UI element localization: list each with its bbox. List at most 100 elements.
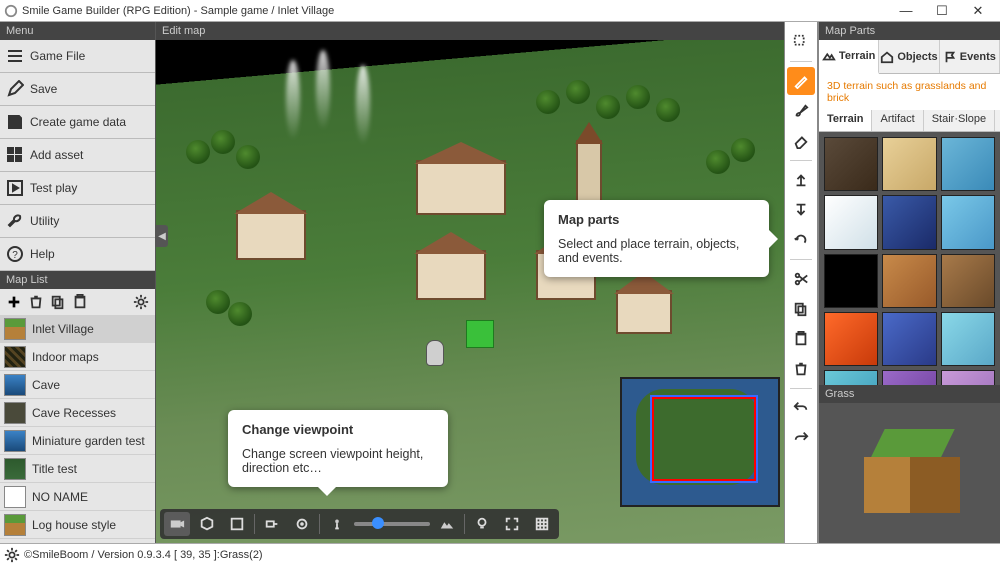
copy-tool[interactable] (787, 295, 815, 323)
perspective-button[interactable] (194, 512, 220, 536)
zoom-slider[interactable] (354, 522, 430, 526)
map-item[interactable]: Cave (0, 371, 155, 399)
minimap[interactable] (620, 377, 780, 507)
map-item[interactable]: Cave Recesses (0, 399, 155, 427)
parts-category-tabs: Terrain Objects Events (819, 40, 1000, 74)
select-tool[interactable] (787, 28, 815, 56)
map-settings-button[interactable] (131, 292, 151, 312)
eraser-tool[interactable] (787, 127, 815, 155)
menu-help[interactable]: ?Help (0, 238, 155, 271)
raise-tool[interactable] (787, 166, 815, 194)
subtab-stair-slope[interactable]: Stair·Slope (924, 110, 995, 131)
terrain-tile[interactable] (941, 254, 995, 308)
terrain-tile[interactable] (824, 137, 878, 191)
zoom-out-button[interactable] (324, 512, 350, 536)
help-icon: ? (6, 245, 24, 263)
undo-button[interactable] (787, 394, 815, 422)
terrain-tile[interactable] (941, 195, 995, 249)
terrain-tile[interactable] (941, 312, 995, 366)
map-thumb-icon (4, 374, 26, 396)
terrain-tile[interactable] (882, 137, 936, 191)
plus-icon (6, 294, 22, 310)
minimize-button[interactable]: — (888, 0, 924, 22)
delete-tool[interactable] (787, 355, 815, 383)
menu-save[interactable]: Save (0, 73, 155, 106)
left-panel: Menu Game File Save Create game data Add… (0, 22, 156, 543)
map-item[interactable]: Log house style (0, 511, 155, 539)
tab-events[interactable]: Events (940, 40, 1000, 73)
subtab-artifact[interactable]: Artifact (872, 110, 923, 131)
terrain-tile[interactable] (882, 195, 936, 249)
record-button[interactable] (164, 512, 190, 536)
lower-icon (793, 202, 809, 218)
svg-text:?: ? (12, 250, 18, 261)
paste-tool[interactable] (787, 325, 815, 353)
flower-small-icon (329, 516, 345, 532)
eraser-icon (793, 133, 809, 149)
terrain-tile[interactable] (941, 137, 995, 191)
tab-terrain[interactable]: Terrain (819, 40, 879, 74)
camera-pan-button[interactable] (259, 512, 285, 536)
trash-icon (793, 361, 809, 377)
cut-tool[interactable] (787, 265, 815, 293)
map-thumb-icon (4, 430, 26, 452)
close-button[interactable]: ✕ (960, 0, 996, 22)
map-thumb-icon (4, 318, 26, 340)
ortho-button[interactable] (224, 512, 250, 536)
menu-add-asset[interactable]: Add asset (0, 139, 155, 172)
copy-icon (793, 301, 809, 317)
status-text: ©SmileBoom / Version 0.9.3.4 [ 39, 35 ]:… (24, 549, 263, 561)
callout-title: Map parts (558, 212, 755, 227)
tab-objects[interactable]: Objects (879, 40, 939, 73)
map-item[interactable]: NO NAME (0, 483, 155, 511)
camera-rotate-button[interactable] (289, 512, 315, 536)
paste-map-button[interactable] (70, 292, 90, 312)
menu-create-game-data[interactable]: Create game data (0, 106, 155, 139)
delete-map-button[interactable] (26, 292, 46, 312)
terrain-tile[interactable] (824, 195, 878, 249)
add-map-button[interactable] (4, 292, 24, 312)
terrain-tile[interactable] (941, 370, 995, 385)
pencil-icon (6, 80, 24, 98)
rotate-tool[interactable] (787, 226, 815, 254)
subtab-terrain[interactable]: Terrain (819, 110, 872, 131)
zoom-in-button[interactable] (434, 512, 460, 536)
terrain-tile[interactable] (824, 370, 878, 385)
terrain-tile[interactable] (824, 254, 878, 308)
flag-icon (943, 50, 957, 64)
menu-game-file[interactable]: Game File (0, 40, 155, 73)
terrain-tile[interactable] (882, 254, 936, 308)
trash-icon (28, 294, 44, 310)
terrain-tile[interactable] (824, 312, 878, 366)
grid-toggle-button[interactable] (529, 512, 555, 536)
pencil-tool[interactable] (787, 67, 815, 95)
map-thumb-icon (4, 346, 26, 368)
terrain-preview (819, 403, 1000, 543)
mapparts-header: Map Parts (819, 22, 1000, 40)
map-thumb-icon (4, 402, 26, 424)
grid-icon (6, 146, 24, 164)
map-item[interactable]: Indoor maps (0, 343, 155, 371)
map-viewport[interactable]: ◀ (156, 40, 784, 543)
menu-test-play[interactable]: Test play (0, 172, 155, 205)
clipboard-icon (72, 294, 88, 310)
lighting-button[interactable] (469, 512, 495, 536)
menu-utility[interactable]: Utility (0, 205, 155, 238)
terrain-tile[interactable] (882, 312, 936, 366)
parts-description: 3D terrain such as grasslands and brick (819, 74, 1000, 110)
terrain-tile-grid (819, 132, 1000, 385)
fullscreen-button[interactable] (499, 512, 525, 536)
gear-icon[interactable] (4, 547, 20, 563)
map-item[interactable]: Title test (0, 455, 155, 483)
map-item[interactable]: Miniature garden test (0, 427, 155, 455)
redo-button[interactable] (787, 424, 815, 452)
hamburger-icon (6, 47, 24, 65)
collapse-left-panel-button[interactable]: ◀ (156, 225, 168, 247)
brush-tool[interactable] (787, 97, 815, 125)
copy-map-button[interactable] (48, 292, 68, 312)
maximize-button[interactable]: ☐ (924, 0, 960, 22)
lower-tool[interactable] (787, 196, 815, 224)
map-item[interactable]: Inlet Village (0, 315, 155, 343)
terrain-tile[interactable] (882, 370, 936, 385)
mountain-icon (439, 516, 455, 532)
